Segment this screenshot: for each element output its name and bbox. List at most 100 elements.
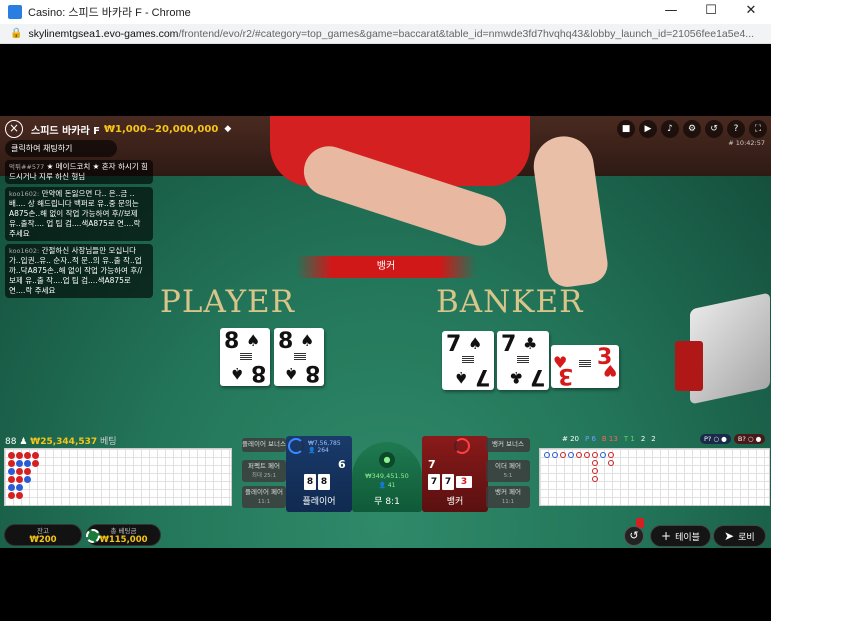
spade-icon: ♠ <box>468 334 483 353</box>
lobby-button[interactable]: ➤ 로비 <box>713 525 766 547</box>
card-barcode <box>579 359 591 367</box>
player-bet-zone[interactable]: ₩7,56,785 👤 264 6 8 8 플레이어 <box>286 436 352 512</box>
road-banker <box>560 452 566 458</box>
player-bonus-button[interactable]: 플레이어 보너스 <box>242 438 286 452</box>
maximize-icon[interactable]: ☐ <box>691 0 731 24</box>
player-predict-button[interactable]: P? ○ ● <box>700 434 731 444</box>
player-mini-card: 8 <box>304 474 316 490</box>
card-shoe-front <box>675 341 703 391</box>
spade-icon: ♠ <box>453 368 468 387</box>
club-icon: ♣ <box>523 334 538 353</box>
card-barcode <box>240 352 252 360</box>
banker-mini-card: 7 <box>442 474 454 490</box>
card-rank: 7 <box>529 364 545 389</box>
total-bets-label: 베팅 <box>100 437 117 447</box>
player-pair-button[interactable]: 플레이어 페어 11:1 <box>242 486 286 508</box>
player-pair-count: 2 <box>640 435 646 443</box>
road-player <box>568 452 574 458</box>
balance-display: 잔고 ₩200 <box>4 524 82 546</box>
bead-banker <box>16 492 23 499</box>
bead-banker <box>24 452 31 459</box>
road-banker <box>608 460 614 466</box>
card-rank: 3 <box>557 363 573 388</box>
close-window-icon[interactable]: ✕ <box>731 0 771 24</box>
player-percent-dial <box>288 438 304 454</box>
result-banner: 뱅커 <box>296 256 476 278</box>
settings-icon[interactable]: ⚙ <box>683 120 701 138</box>
club-icon: ♣ <box>508 368 523 387</box>
spade-icon: ♠ <box>283 364 298 383</box>
chat-message: koo1602: 만약에 돈잃으면 다.. 은..금 ..배.... 상 해드립… <box>5 187 153 241</box>
tie-bettors: 👤 41 <box>378 482 396 489</box>
player-zone-label: 플레이어 <box>302 497 336 507</box>
road-banker <box>592 452 598 458</box>
shoe-statistics: # 20 P 6 B 13 T 1 2 2 <box>562 435 656 443</box>
card-rank: 8 <box>224 329 240 354</box>
bead-banker <box>8 476 15 483</box>
bead-banker <box>32 452 39 459</box>
undo-button[interactable]: ↺ <box>624 526 644 546</box>
banker-pair-label: 뱅커 페어 <box>495 488 521 496</box>
chat-user: koo1602: <box>9 190 40 198</box>
game-clock: # 10:42:57 <box>728 139 765 147</box>
lobby-label: 로비 <box>738 533 755 543</box>
either-pair-odds: 5:1 <box>503 473 513 479</box>
card-rank: 8 <box>278 329 294 354</box>
tie-bet-zone[interactable]: ● ₩349,451.50 👤 41 무 8:1 <box>352 442 422 512</box>
user-icon: ♟ <box>19 437 28 447</box>
url-text[interactable]: skylinemtgsea1.evo-games.com/frontend/ev… <box>28 28 771 40</box>
tag-icon[interactable]: ◆ <box>224 124 231 134</box>
spade-icon: ♠ <box>300 331 315 350</box>
title-bar: Casino: 스피드 바카라 F - Chrome — ☐ ✕ <box>0 0 771 24</box>
banker-bonus-button[interactable]: 뱅커 보너스 <box>486 438 530 452</box>
sound-icon[interactable]: ♪ <box>661 120 679 138</box>
banker-wins: B 13 <box>601 435 618 443</box>
game-controls: ■ ▶ ♪ ⚙ ↺ ? ⛶ <box>617 120 767 138</box>
banker-table-label: BANKER <box>436 284 584 320</box>
bead-banker <box>24 468 31 475</box>
history-icon[interactable]: ↺ <box>705 120 723 138</box>
banker-zone-label: 뱅커 <box>446 497 464 507</box>
bead-banker <box>16 452 23 459</box>
card-barcode <box>462 355 474 363</box>
address-bar[interactable]: 🔒 skylinemtgsea1.evo-games.com/frontend/… <box>0 24 771 44</box>
game-top-bar: × 스피드 바카라 F ₩1,000~20,000,000 ◆ ■ ▶ ♪ ⚙ … <box>0 116 771 147</box>
player-pair-odds: 11:1 <box>257 499 271 505</box>
card-rank: 7 <box>501 332 517 357</box>
bead-road[interactable] <box>4 448 232 506</box>
road-banker <box>592 468 598 474</box>
bead-player <box>16 484 23 491</box>
video-icon[interactable]: ▶ <box>639 120 657 138</box>
card-barcode <box>294 352 306 360</box>
player-table-label: PLAYER <box>160 284 296 320</box>
minimize-icon[interactable]: — <box>651 0 691 24</box>
player-card-2: 8 ♠ ♠ 8 <box>274 328 324 386</box>
bet-limits: ₩1,000~20,000,000 <box>104 123 219 135</box>
bead-banker <box>8 452 15 459</box>
online-count: 88 <box>5 437 17 447</box>
fullscreen-icon[interactable]: ⛶ <box>749 120 767 138</box>
banker-pair-odds: 11:1 <box>501 499 515 505</box>
either-pair-label: 이더 페어 <box>495 462 521 470</box>
help-icon[interactable]: ? <box>727 120 745 138</box>
banker-mini-card: 3 <box>456 476 472 488</box>
banker-mini-card: 7 <box>428 474 440 490</box>
banker-pair-button[interactable]: 뱅커 페어 11:1 <box>486 486 530 508</box>
spade-icon: ♠ <box>246 331 261 350</box>
perfect-pair-button[interactable]: 퍼펙트 페어 최대 25:1 <box>242 460 286 482</box>
either-pair-button[interactable]: 이더 페어 5:1 <box>486 460 530 482</box>
tie-zone-label: 무 8:1 <box>374 497 400 507</box>
banker-predict-button[interactable]: B? ○ ● <box>733 434 766 444</box>
tie-bet-total: ₩349,451.50 <box>365 472 409 480</box>
chat-input[interactable]: 클릭하여 채팅하기 <box>5 140 117 157</box>
close-game-button[interactable]: × <box>5 120 23 138</box>
lock-icon[interactable]: 🔒 <box>10 28 22 39</box>
perfect-pair-odds: 최대 25:1 <box>251 473 277 479</box>
chat-icon[interactable]: ■ <box>617 120 635 138</box>
add-table-button[interactable]: + 테이블 <box>650 525 711 547</box>
road-banker <box>576 452 582 458</box>
card-rank: 8 <box>250 360 266 385</box>
betting-panel: 플레이어 보너스 퍼펙트 페어 최대 25:1 플레이어 페어 11:1 ₩7,… <box>240 436 530 512</box>
player-pair-label: 플레이어 페어 <box>245 488 283 496</box>
big-road[interactable] <box>539 448 770 506</box>
